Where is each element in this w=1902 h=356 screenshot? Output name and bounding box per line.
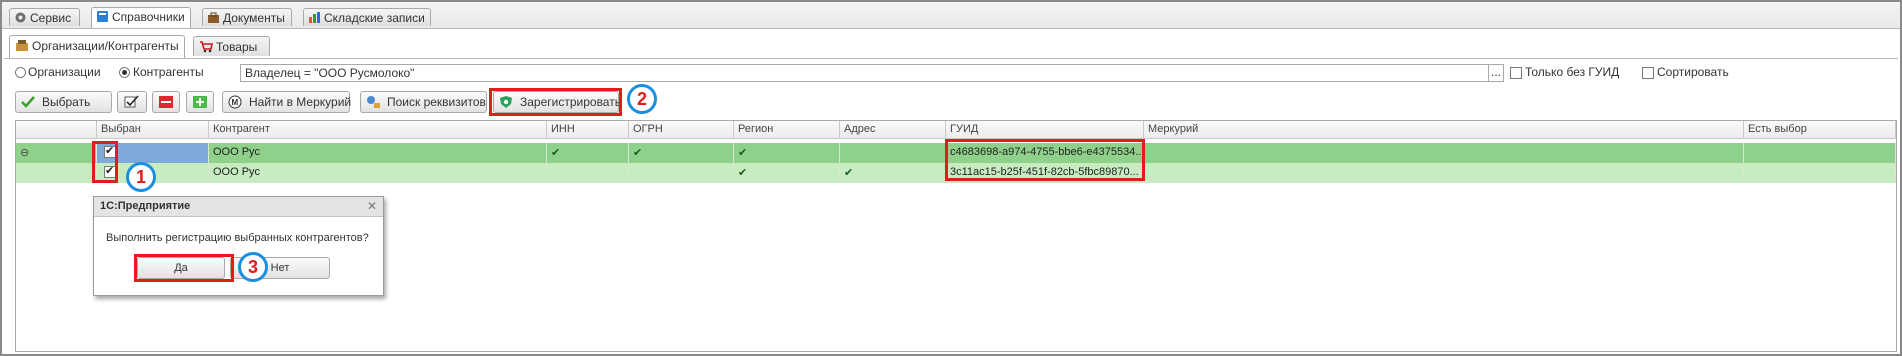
tab-goods[interactable]: Товары (193, 36, 270, 56)
region-cell: ✔ (734, 143, 840, 163)
uncheck-all-button[interactable] (152, 91, 180, 113)
dialog-title: 1С:Предприятие (94, 197, 383, 217)
tab-label: Товары (216, 40, 258, 54)
sort-checkbox[interactable] (1642, 67, 1654, 79)
tab-directories[interactable]: Справочники (91, 7, 191, 28)
has-choice-cell (1744, 163, 1896, 183)
column-header[interactable]: Адрес (840, 121, 946, 139)
column-header[interactable] (16, 121, 97, 139)
inn-cell: ✔ (547, 143, 629, 163)
add-button[interactable] (186, 91, 214, 113)
svg-text:M: M (232, 98, 239, 107)
sub-tabbar: Организации/Контрагенты Товары (4, 32, 1898, 59)
column-header[interactable]: Регион (734, 121, 840, 139)
annotation-badge-2: 2 (627, 84, 657, 114)
select-button[interactable]: Выбрать (15, 91, 112, 113)
tab-label: Сервис (30, 11, 72, 25)
plus-icon (192, 95, 208, 109)
app-window: Сервис Справочники Документы Складские з… (0, 0, 1902, 356)
mercury-cell (1144, 143, 1744, 163)
annotation-badge-3: 3 (238, 252, 268, 282)
ogrn-cell: ✔ (629, 143, 734, 163)
only-without-guid-checkbox[interactable] (1510, 67, 1522, 79)
column-header[interactable]: Выбран (97, 121, 209, 139)
organizations-icon (15, 39, 29, 52)
tab-warehouse-records[interactable]: Складские записи (303, 8, 431, 26)
column-header[interactable]: Меркурий (1144, 121, 1744, 139)
find-in-mercury-button[interactable]: M Найти в Меркурий (222, 91, 352, 113)
select-button-label: Выбрать (42, 95, 91, 109)
column-header[interactable]: Есть выбор (1744, 121, 1896, 139)
check-all-icon (124, 95, 140, 109)
find-in-mercury-label: Найти в Меркурий (249, 95, 352, 109)
annotation-badge-1: 1 (126, 162, 156, 192)
tab-organizations[interactable]: Организации/Контрагенты (9, 35, 185, 58)
main-tabbar: Сервис Справочники Документы Складские з… (2, 2, 1900, 29)
close-icon[interactable]: ✕ (367, 199, 377, 213)
dialog-message: Выполнить регистрацию выбранных контраге… (106, 232, 369, 244)
tab-label: Справочники (112, 10, 185, 24)
radio-organizations[interactable] (15, 67, 26, 78)
annotation-rect-register (489, 88, 622, 116)
annotation-rect-guid (945, 139, 1145, 181)
search-requisites-label: Поиск реквизитов (387, 95, 486, 109)
address-cell (840, 143, 946, 163)
tab-label: Организации/Контрагенты (32, 39, 179, 53)
column-header[interactable]: ГУИД (946, 121, 1144, 139)
tab-label: Документы (223, 11, 285, 25)
counterparty-cell: ООО Рус (209, 163, 547, 183)
tab-service[interactable]: Сервис (9, 8, 80, 26)
owner-filter-field[interactable]: Владелец = "ООО Русмолоко" (240, 64, 1504, 82)
only-without-guid-label: Только без ГУИД (1525, 65, 1620, 79)
counterparty-cell: ООО Рус (209, 143, 547, 163)
inn-cell (547, 163, 629, 183)
has-choice-cell (1744, 143, 1896, 163)
ogrn-cell (629, 163, 734, 183)
row-expander[interactable] (16, 163, 97, 183)
uncheck-all-icon (158, 95, 174, 109)
sort-label: Сортировать (1657, 65, 1729, 79)
mercury-icon: M (227, 95, 243, 109)
gear-icon (14, 11, 27, 24)
checkmark-icon (20, 95, 36, 109)
check-all-button[interactable] (117, 91, 147, 113)
region-cell: ✔ (734, 163, 840, 183)
row-expander[interactable]: ⊖ (16, 143, 97, 163)
tab-documents[interactable]: Документы (202, 8, 292, 26)
radio-counterparties-label: Контрагенты (133, 65, 204, 79)
radio-organizations-label: Организации (28, 65, 101, 79)
annotation-rect-yes (134, 254, 234, 282)
column-header[interactable]: Контрагент (209, 121, 547, 139)
book-icon (96, 10, 109, 23)
browse-button[interactable]: ... (1488, 64, 1504, 82)
address-cell: ✔ (840, 163, 946, 183)
radio-counterparties[interactable] (119, 67, 130, 78)
search-people-icon (365, 95, 381, 109)
briefcase-icon (207, 11, 220, 24)
column-header[interactable]: ОГРН (629, 121, 734, 139)
chart-icon (308, 11, 321, 24)
mercury-cell (1144, 163, 1744, 183)
annotation-rect-checkboxes (92, 141, 118, 183)
cart-icon (199, 40, 213, 53)
column-header[interactable]: ИНН (547, 121, 629, 139)
tab-label: Складские записи (324, 11, 425, 25)
search-requisites-button[interactable]: Поиск реквизитов (360, 91, 487, 113)
